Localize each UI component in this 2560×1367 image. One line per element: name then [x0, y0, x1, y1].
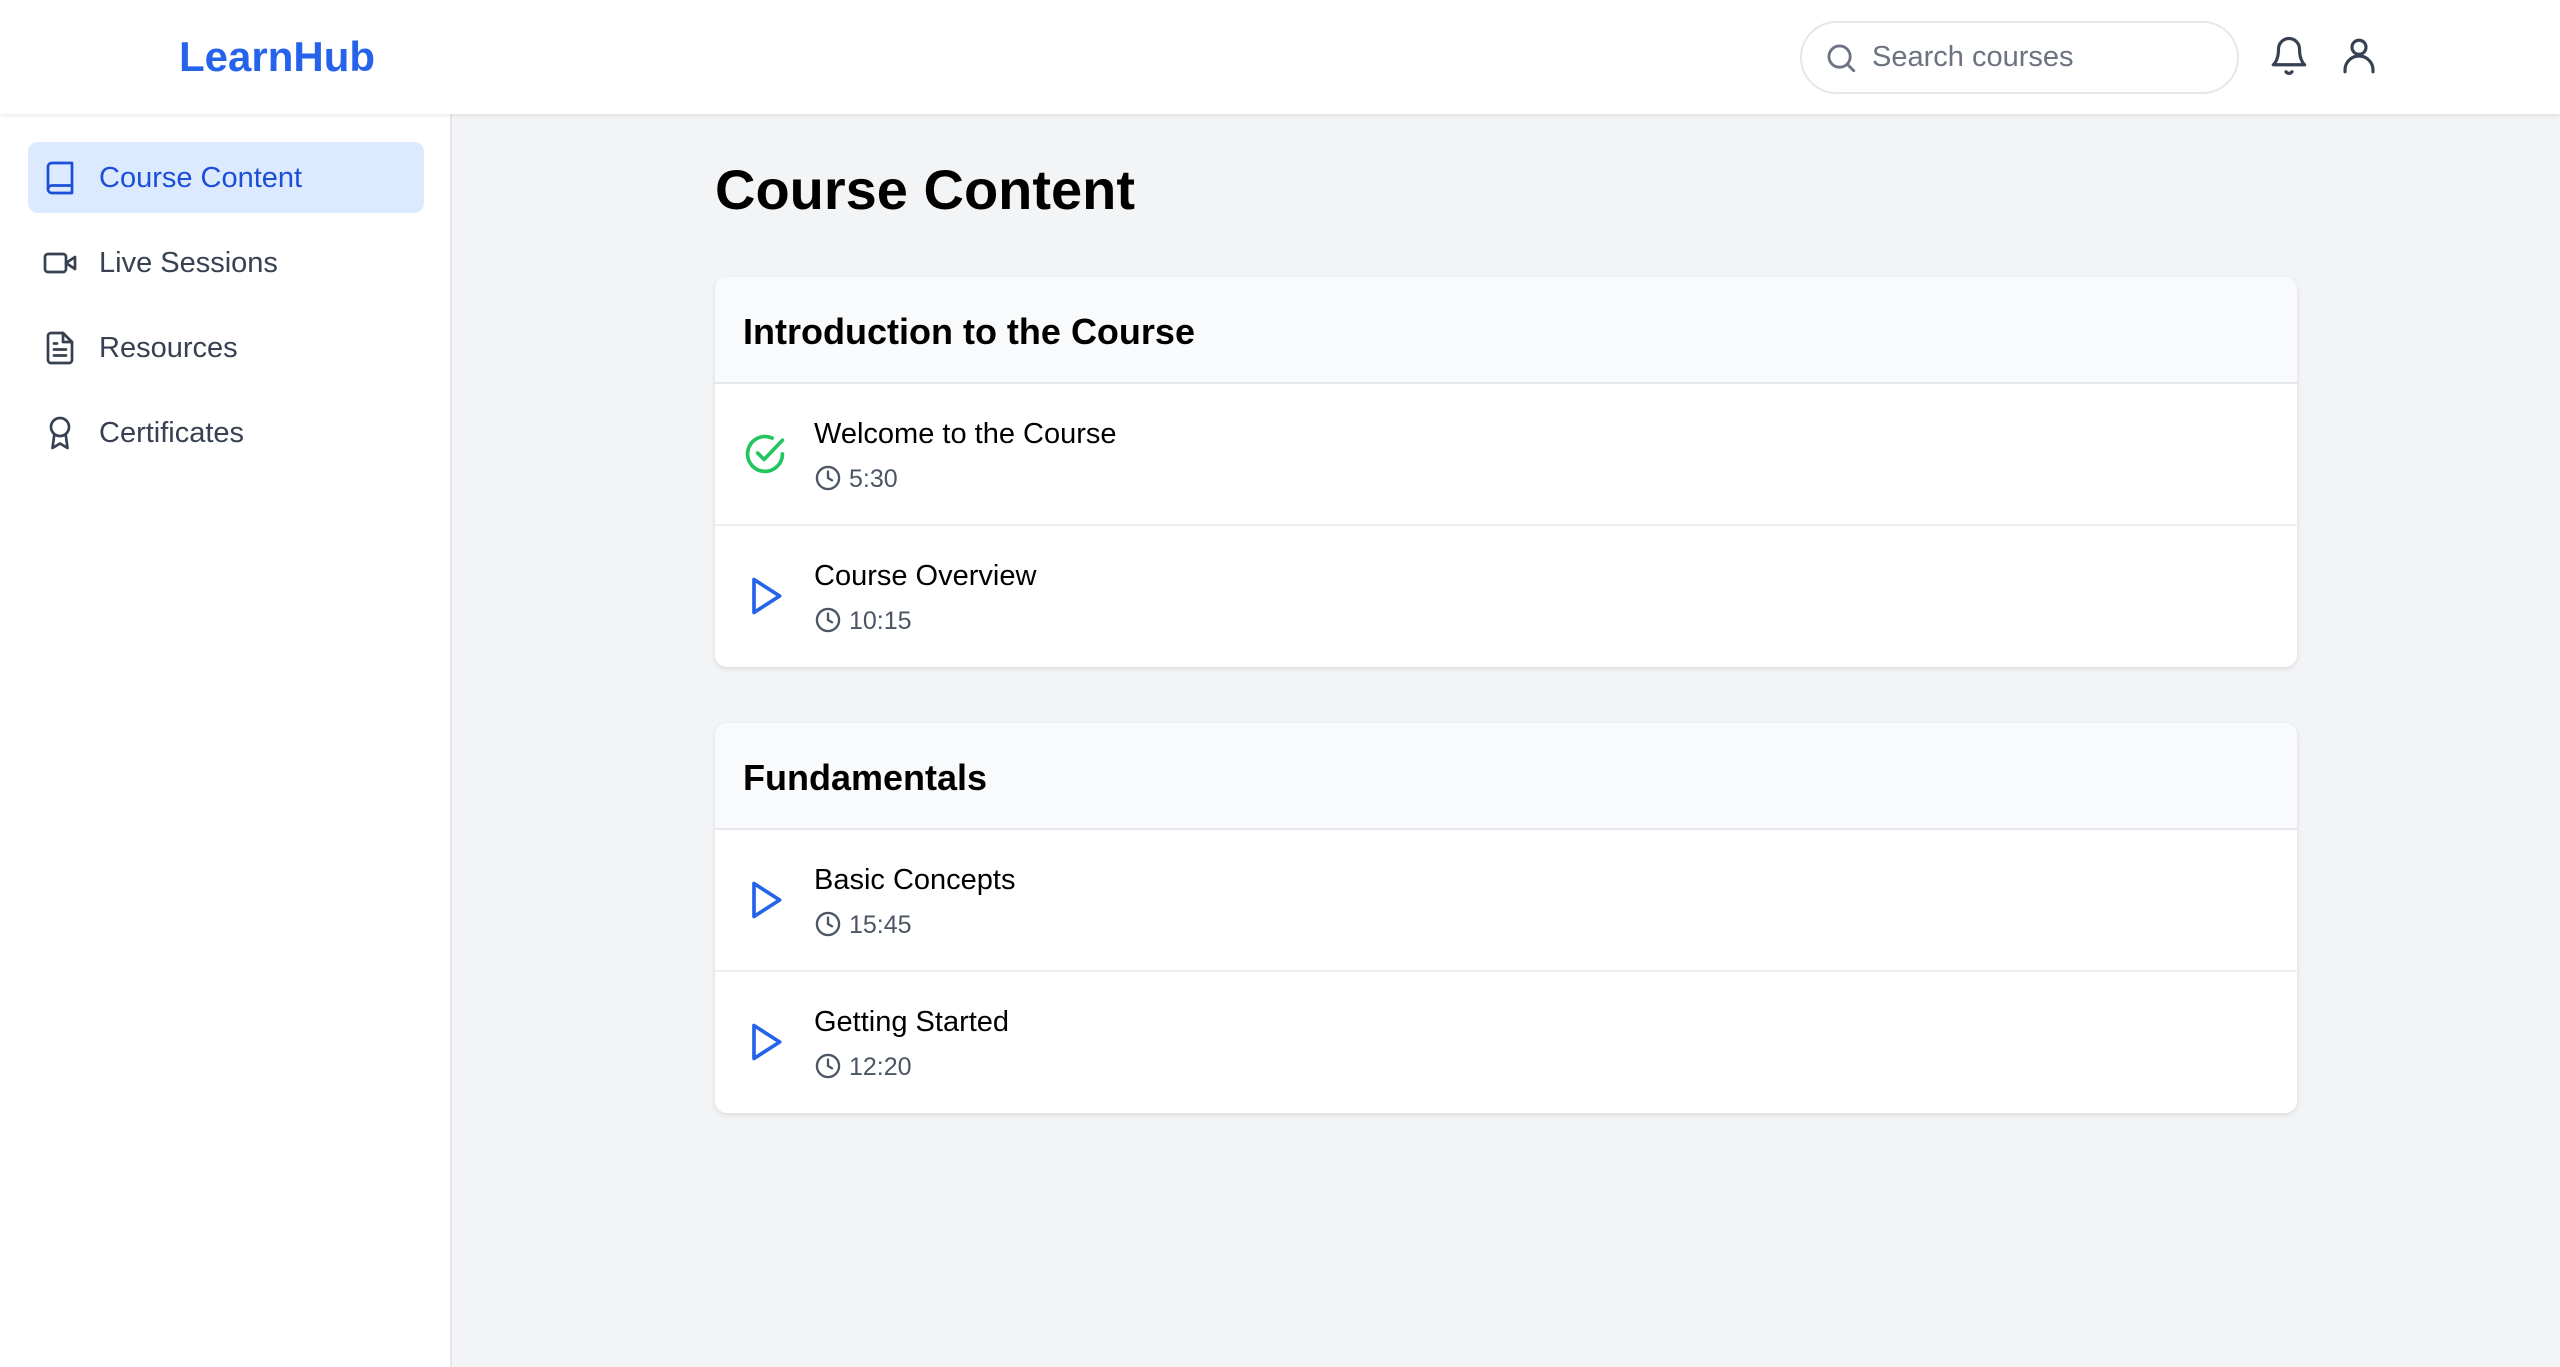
lesson-duration: 10:15: [849, 607, 912, 635]
module-card-fundamentals: Fundamentals Basic Concepts 15:45 Gettin…: [715, 723, 2297, 1113]
search-box[interactable]: [1800, 21, 2239, 94]
module-header[interactable]: Fundamentals: [715, 723, 2297, 830]
search-input[interactable]: [1872, 23, 2222, 92]
sidebar-item-live-sessions[interactable]: Live Sessions: [28, 227, 424, 298]
sidebar-item-label: Course Content: [99, 162, 303, 194]
book-icon: [46, 161, 74, 195]
document-icon: [46, 331, 74, 365]
play-icon: [752, 1023, 782, 1061]
sidebar-item-label: Resources: [99, 332, 238, 364]
award-icon: [49, 416, 71, 450]
lesson-row[interactable]: Welcome to the Course 5:30: [715, 384, 2297, 526]
sidebar-item-label: Certificates: [99, 417, 245, 449]
clock-icon: [815, 607, 841, 633]
lesson-row[interactable]: Getting Started 12:20: [715, 972, 2297, 1113]
module-title: Introduction to the Course: [743, 311, 1195, 352]
lesson-title: Course Overview: [814, 560, 1037, 592]
clock-icon: [815, 465, 841, 491]
user-icon: [2343, 38, 2375, 74]
search-icon: [1827, 44, 1856, 73]
sidebar-item-resources[interactable]: Resources: [28, 312, 424, 383]
notifications-button[interactable]: [2266, 33, 2312, 79]
lesson-duration: 12:20: [849, 1053, 912, 1081]
sidebar-item-certificates[interactable]: Certificates: [28, 397, 424, 468]
module-header[interactable]: Introduction to the Course: [715, 277, 2297, 384]
module-title: Fundamentals: [743, 757, 988, 798]
sidebar-item-course-content[interactable]: Course Content: [28, 142, 424, 213]
lesson-duration: 5:30: [849, 465, 898, 493]
clock-icon: [815, 1053, 841, 1079]
lesson-duration: 15:45: [849, 911, 912, 939]
bell-icon: [2271, 37, 2307, 75]
sidebar: Course Content Live Sessions Resources C…: [0, 114, 452, 1367]
top-header: LearnHub: [0, 0, 2560, 114]
play-icon: [752, 881, 782, 919]
app-logo[interactable]: LearnHub: [179, 30, 375, 84]
lesson-title: Welcome to the Course: [814, 418, 1117, 450]
lesson-row[interactable]: Course Overview 10:15: [715, 526, 2297, 667]
lesson-title: Basic Concepts: [814, 864, 1016, 896]
video-icon: [43, 252, 77, 274]
lesson-row[interactable]: Basic Concepts 15:45: [715, 830, 2297, 972]
page-title: Course Content: [715, 158, 1135, 221]
clock-icon: [815, 911, 841, 937]
sidebar-item-label: Live Sessions: [99, 247, 278, 279]
profile-button[interactable]: [2336, 33, 2382, 79]
check-circle-icon: [745, 434, 785, 474]
module-card-introduction: Introduction to the Course Welcome to th…: [715, 277, 2297, 667]
play-icon: [752, 577, 782, 615]
lesson-title: Getting Started: [814, 1006, 1010, 1038]
